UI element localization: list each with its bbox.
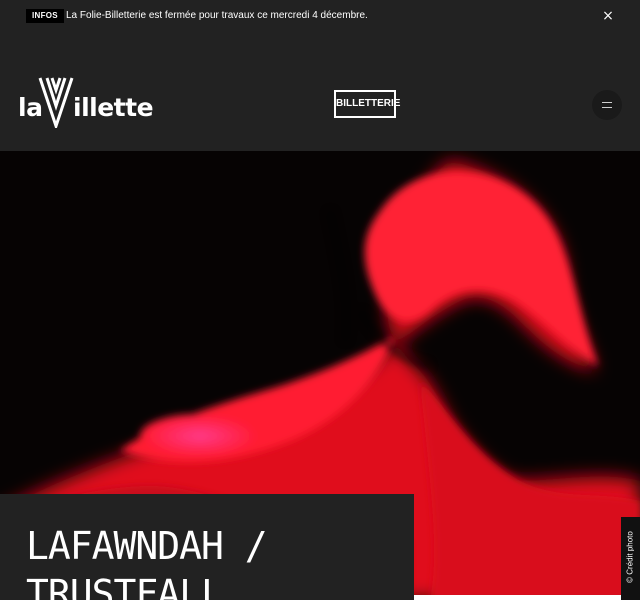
hamburger-icon bbox=[602, 102, 612, 103]
menu-button[interactable] bbox=[592, 90, 622, 120]
event-title: LAFAWNDAH / TRUSTFALL bbox=[26, 524, 268, 600]
logo-text-illette: illette bbox=[73, 93, 154, 122]
photo-credit-text: © Crédit photo bbox=[625, 531, 635, 583]
content-strip bbox=[414, 595, 621, 600]
info-message: La Folie-Billetterie est fermée pour tra… bbox=[66, 10, 368, 21]
info-badge: INFOS bbox=[26, 9, 64, 23]
site-header: la illette BILLETTERIE bbox=[0, 36, 640, 151]
hamburger-icon-line bbox=[602, 107, 612, 108]
photo-credit[interactable]: © Crédit photo bbox=[621, 517, 640, 600]
logo-v-mark bbox=[38, 77, 74, 128]
billetterie-button[interactable]: BILLETTERIE bbox=[334, 90, 400, 118]
logo[interactable]: la illette bbox=[18, 76, 154, 128]
close-icon[interactable]: × bbox=[600, 8, 616, 24]
info-bar: INFOS La Folie-Billetterie est fermée po… bbox=[0, 0, 640, 36]
event-title-panel: LAFAWNDAH / TRUSTFALL bbox=[0, 494, 414, 600]
